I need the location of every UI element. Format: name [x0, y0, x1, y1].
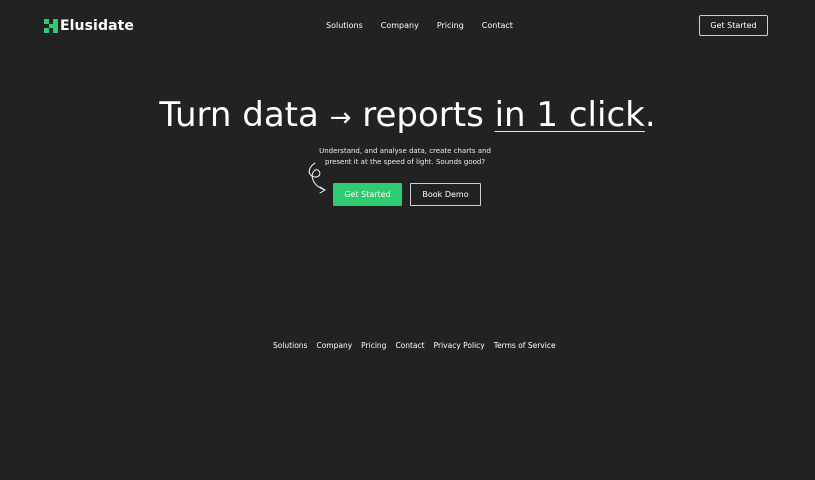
hero-title-start: Turn data — [159, 95, 330, 135]
footer-link-terms-of-service[interactable]: Terms of Service — [494, 341, 556, 351]
get-started-button[interactable]: Get Started — [333, 183, 402, 206]
hero-subtitle: Understand, and analyse data, create cha… — [300, 146, 510, 168]
book-demo-button[interactable]: Book Demo — [410, 183, 481, 206]
footer-link-privacy-policy[interactable]: Privacy Policy — [434, 341, 485, 351]
footer-link-company[interactable]: Company — [316, 341, 352, 351]
checkered-square-icon — [44, 19, 58, 33]
curly-arrow-icon — [308, 162, 326, 194]
footer-link-contact[interactable]: Contact — [395, 341, 424, 351]
logo[interactable]: Elusidate — [44, 18, 134, 34]
hero-subtitle-line-1: Understand, and analyse data, create cha… — [319, 147, 491, 155]
right-arrow-icon: → — [329, 103, 352, 133]
hero-title-middle: reports — [351, 95, 495, 135]
footer-link-solutions[interactable]: Solutions — [273, 341, 307, 351]
nav-item-company[interactable]: Company — [381, 21, 419, 31]
hero-title-end: . — [644, 95, 656, 135]
header-get-started-button[interactable]: Get Started — [699, 15, 768, 36]
nav-item-contact[interactable]: Contact — [482, 21, 513, 31]
hero-title: Turn data → reports in 1 click. — [0, 92, 815, 141]
nav-item-pricing[interactable]: Pricing — [437, 21, 464, 31]
main-nav: Solutions Company Pricing Contact — [326, 21, 513, 31]
footer-link-pricing[interactable]: Pricing — [361, 341, 386, 351]
site-header: Elusidate Solutions Company Pricing Cont… — [0, 0, 815, 52]
hero-title-highlight: in 1 click — [494, 95, 645, 135]
footer-links: Solutions Company Pricing Contact Privac… — [273, 341, 556, 351]
hero-subtitle-line-2: present it at the speed of light. Sounds… — [324, 158, 486, 166]
nav-item-solutions[interactable]: Solutions — [326, 21, 363, 31]
brand-name: Elusidate — [60, 18, 135, 34]
